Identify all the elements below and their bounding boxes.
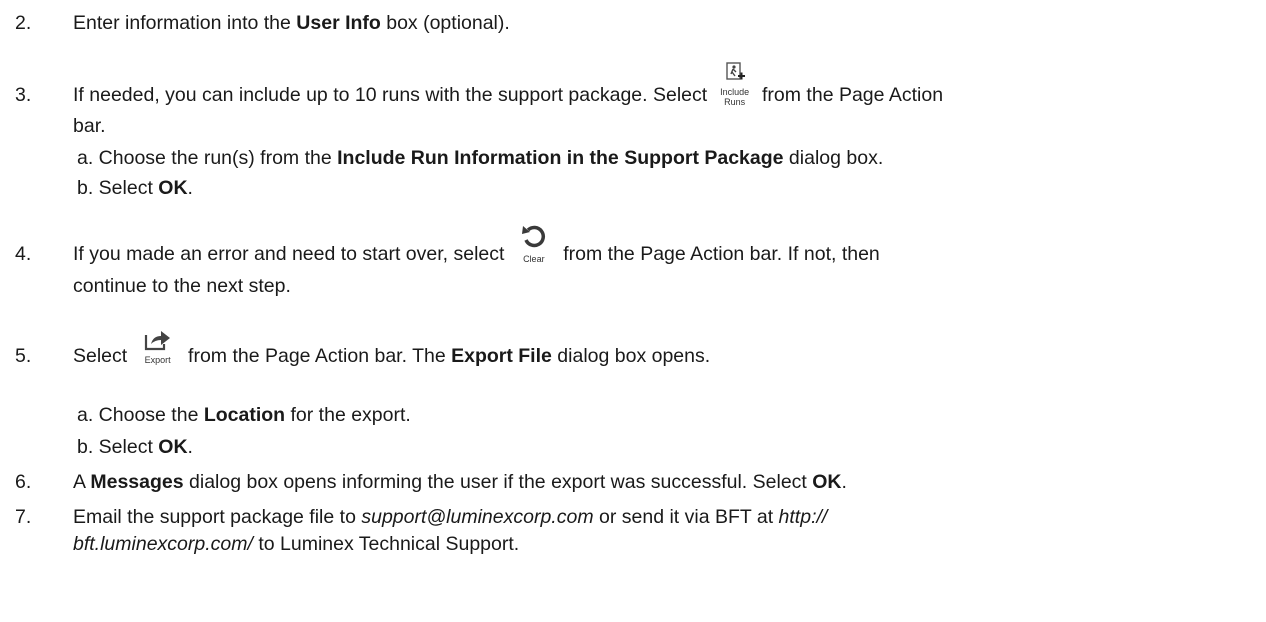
step-5-text: Select Export from the Page Action bar. … bbox=[73, 330, 710, 368]
step-3-text: If needed, you can include up to 10 runs… bbox=[73, 61, 943, 107]
step-4-number: 4. bbox=[15, 243, 32, 265]
step-3-number: 3. bbox=[15, 84, 32, 106]
step-5-number: 5. bbox=[15, 345, 32, 367]
step-3a-text: a. Choose the run(s) from the Include Ru… bbox=[77, 147, 884, 169]
step-6-text: A Messages dialog box opens informing th… bbox=[73, 471, 847, 493]
include-runs-icon: Include Runs bbox=[713, 61, 757, 108]
step-4-continuation: continue to the next step. bbox=[73, 275, 291, 297]
step-3b-text: b. Select OK. bbox=[77, 177, 193, 199]
step-5b-text: b. Select OK. bbox=[77, 436, 193, 458]
step-2-number: 2. bbox=[15, 12, 32, 34]
step-7-text: Email the support package file to suppor… bbox=[73, 506, 828, 528]
step-5a-text: a. Choose the Location for the export. bbox=[77, 404, 411, 426]
clear-icon: Clear bbox=[510, 224, 558, 265]
step-7-continuation: bft.luminexcorp.com/ to Luminex Technica… bbox=[73, 533, 520, 555]
step-3-continuation: bar. bbox=[73, 115, 106, 137]
step-4-text: If you made an error and need to start o… bbox=[73, 225, 880, 266]
step-2-text: Enter information into the User Info box… bbox=[73, 12, 510, 34]
step-7-number: 7. bbox=[15, 506, 32, 528]
export-icon: Export bbox=[133, 327, 183, 366]
step-6-number: 6. bbox=[15, 471, 32, 493]
